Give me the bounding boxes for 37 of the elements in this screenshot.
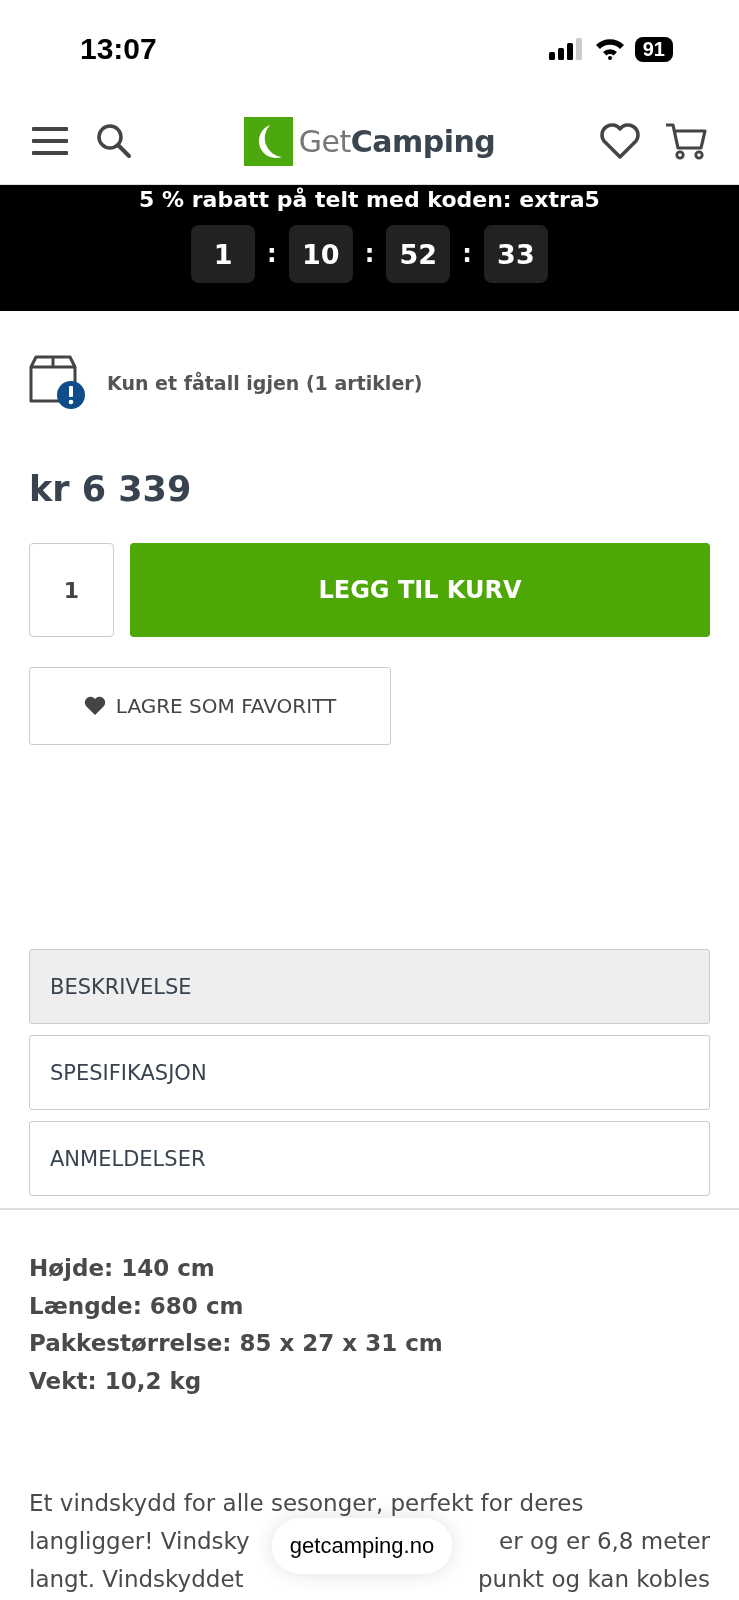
logo-icon [243,116,293,166]
countdown-separator: : [267,240,277,268]
accordion-tab[interactable]: SPESIFIKASJON [29,1035,710,1110]
save-favorite-button[interactable]: LAGRE SOM FAVORITT [29,667,391,745]
countdown-value: 10 [288,225,353,283]
menu-icon[interactable] [32,126,68,156]
spec-line: Højde: 140 cm [29,1254,216,1283]
price: kr 6 339 [29,469,193,509]
heart-icon[interactable] [599,122,641,160]
stock-status: Kun et fåtall igjen (1 artikler) [107,372,423,394]
countdown-separator: : [364,240,375,268]
countdown-value: 33 [483,225,548,283]
accordion-tab[interactable]: ANMELDELSER [29,1121,710,1196]
quantity-input[interactable]: 1 [29,543,114,637]
heart-icon [83,696,106,716]
spec-line: Pakkestørrelse: 85 x 27 x 31 cm [29,1329,444,1358]
description-text: er og er 6,8 meter [499,1527,710,1556]
url-pill[interactable]: getcamping.no [272,1518,452,1574]
box-warning-icon [29,355,87,411]
search-icon[interactable] [96,123,132,159]
spec-line: Vekt: 10,2 kg [29,1366,203,1396]
description-text: langt. Vindskyddet [29,1565,244,1594]
accordion-tab[interactable]: BESKRIVELSE [29,949,710,1024]
spec-line: Længde: 680 cm [29,1291,245,1321]
description-text: Et vindskydd for alle sesonger, perfekt for deres [29,1489,584,1518]
logo[interactable]: GetCamping [243,116,496,166]
battery-level: 91 [634,36,673,62]
countdown-separator: : [462,240,472,268]
wifi-icon [594,38,625,60]
description-text: langligger! Vindsky [29,1527,250,1556]
cart-icon[interactable] [665,122,707,160]
countdown-value: 52 [386,225,451,283]
signal-icon [548,38,585,60]
countdown-value: 1 [191,225,256,283]
description-text: punkt og kan kobles [478,1565,710,1594]
status-time: 13:07 [80,32,157,66]
promo-text: 5 % rabatt på telt med koden: extra5 [139,187,600,212]
